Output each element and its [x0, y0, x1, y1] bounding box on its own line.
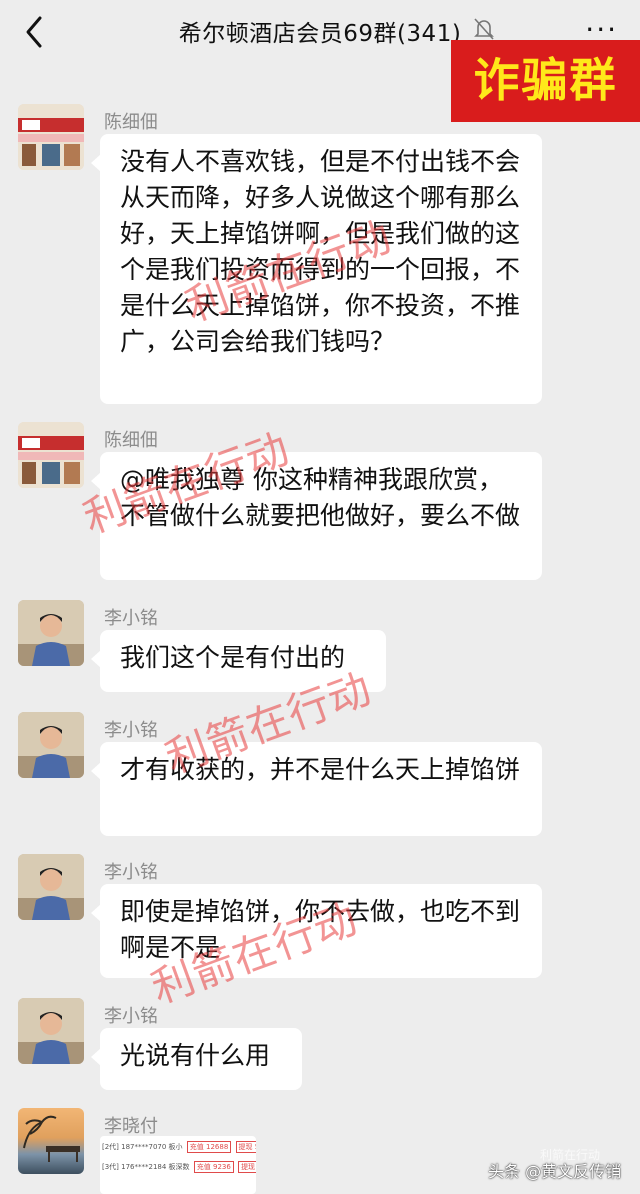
message-bubble[interactable]: @唯我独尊 你这种精神我跟欣赏，不管做什么就要把他做好，要么不做: [91, 452, 542, 580]
avatar[interactable]: [18, 422, 84, 488]
sender-name: 李小铭: [104, 720, 158, 741]
avatar[interactable]: [18, 600, 84, 666]
avatar[interactable]: [18, 104, 84, 170]
scam-group-badge: 诈骗群: [451, 40, 640, 122]
message-bubble[interactable]: 即使是掉馅饼，你不去做，也吃不到啊是不是: [91, 884, 542, 978]
message-bubble[interactable]: 才有收获的，并不是什么天上掉馅饼: [91, 742, 542, 836]
avatar[interactable]: [18, 712, 84, 778]
more-dots-icon[interactable]: ···: [585, 16, 618, 44]
sender-name: 陈细佃: [104, 112, 158, 133]
sender-name: 李小铭: [104, 862, 158, 883]
sender-name: 李小铭: [104, 608, 158, 629]
avatar[interactable]: [18, 998, 84, 1064]
image-row: [2代] 187****7070 板小 充值 12688 提现 54844: [102, 1140, 256, 1154]
image-row-label: [2代] 187****7070 板小: [102, 1143, 183, 1151]
image-row-deposit: 充值 9236: [193, 1161, 234, 1173]
image-row-withdraw: 提现 54844: [235, 1141, 256, 1153]
image-row-withdraw: 提现 15292: [238, 1161, 256, 1173]
message-bubble[interactable]: 没有人不喜欢钱，但是不付出钱不会从天而降，好多人说做这个哪有那么好，天上掉馅饼啊…: [91, 134, 542, 404]
bell-muted-icon: [474, 18, 494, 40]
image-row-label: [3代] 176****2184 板深数: [102, 1163, 190, 1171]
image-message[interactable]: [2代] 187****7070 板小 充值 12688 提现 54844 [3…: [100, 1136, 256, 1194]
image-row: [3代] 176****2184 板深数 充值 9236 提现 15292: [102, 1160, 256, 1174]
sender-name: 李小铭: [104, 1006, 158, 1027]
avatar[interactable]: [18, 854, 84, 920]
message-bubble[interactable]: 光说有什么用: [91, 1028, 302, 1090]
message-bubble[interactable]: 我们这个是有付出的: [91, 630, 386, 692]
image-row-deposit: 充值 12688: [186, 1141, 232, 1153]
footer-credit: 头条 @黄文反传销: [488, 1162, 622, 1181]
sender-name: 李晓付: [104, 1116, 158, 1137]
sender-name: 陈细佃: [104, 430, 158, 451]
timestamp-stub: [296, 56, 346, 68]
avatar[interactable]: [18, 1108, 84, 1174]
